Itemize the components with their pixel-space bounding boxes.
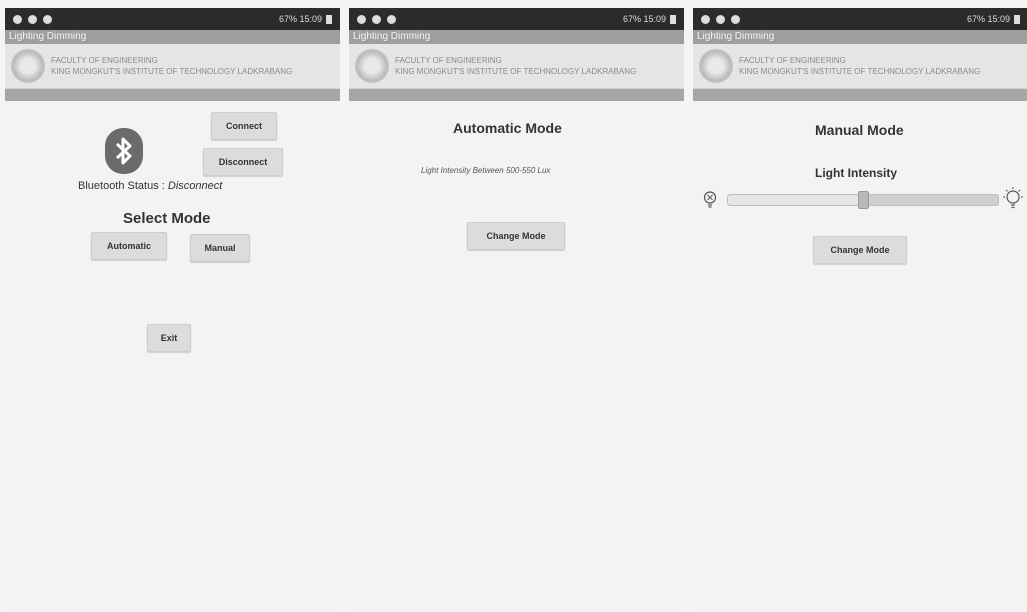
status-bar: 67% 15:09	[5, 8, 340, 30]
faculty-logo-icon	[355, 49, 389, 83]
light-intensity-slider[interactable]	[727, 191, 999, 209]
slider-thumb[interactable]	[858, 191, 869, 209]
slider-fill	[728, 195, 863, 205]
exit-button[interactable]: Exit	[147, 324, 191, 352]
battery-icon	[326, 14, 332, 24]
notification-icon	[372, 14, 381, 24]
app-title: Lighting Dimming	[693, 30, 1027, 44]
notification-icon	[28, 14, 37, 24]
faculty-logo-icon	[11, 49, 45, 83]
select-mode-title: Select Mode	[123, 210, 211, 227]
faculty-banner: FACULTY OF ENGINEERING KING MONGKUT'S IN…	[5, 44, 340, 89]
light-intensity-info: Light Intensity Between 500-550 Lux	[421, 166, 551, 175]
app-title: Lighting Dimming	[5, 30, 340, 44]
bluetooth-status-label: Bluetooth Status :	[78, 180, 165, 192]
banner-line-1: FACULTY OF ENGINEERING	[739, 56, 846, 65]
banner-line-2: KING MONGKUT'S INSTITUTE OF TECHNOLOGY L…	[51, 67, 293, 76]
divider-bar	[349, 89, 684, 101]
notification-icons	[701, 14, 740, 24]
notification-icons	[13, 14, 52, 24]
status-text: 67% 15:09	[622, 14, 666, 24]
manual-button[interactable]: Manual	[190, 234, 250, 262]
banner-line-1: FACULTY OF ENGINEERING	[395, 56, 502, 65]
disconnect-button[interactable]: Disconnect	[203, 148, 283, 176]
change-mode-button[interactable]: Change Mode	[813, 236, 907, 264]
bluetooth-icon	[105, 128, 143, 174]
faculty-banner: FACULTY OF ENGINEERING KING MONGKUT'S IN…	[693, 44, 1027, 89]
status-text: 67% 15:09	[278, 14, 322, 24]
bulb-on-icon	[1001, 186, 1025, 217]
status-bar: 67% 15:09	[349, 8, 684, 30]
banner-line-2: KING MONGKUT'S INSTITUTE OF TECHNOLOGY L…	[395, 67, 637, 76]
notification-icon	[387, 14, 396, 24]
status-text: 67% 15:09	[966, 14, 1010, 24]
screen-manual-mode: 67% 15:09 Lighting Dimming FACULTY OF EN…	[693, 8, 1027, 612]
divider-bar	[693, 89, 1027, 101]
app-title: Lighting Dimming	[349, 30, 684, 44]
notification-icon	[43, 14, 52, 24]
light-intensity-label: Light Intensity	[815, 166, 897, 180]
notification-icon	[13, 14, 22, 24]
automatic-mode-title: Automatic Mode	[453, 120, 562, 136]
change-mode-button[interactable]: Change Mode	[467, 222, 565, 250]
faculty-logo-icon	[699, 49, 733, 83]
notification-icons	[357, 14, 396, 24]
bulb-off-icon	[703, 191, 717, 214]
notification-icon	[731, 14, 740, 24]
bluetooth-status-value: Disconnect	[167, 180, 223, 192]
battery-icon	[670, 14, 676, 24]
notification-icon	[716, 14, 725, 24]
bluetooth-status: Bluetooth Status : Disconnect	[78, 180, 222, 192]
banner-line-1: FACULTY OF ENGINEERING	[51, 56, 158, 65]
divider-bar	[5, 89, 340, 101]
notification-icon	[357, 14, 366, 24]
notification-icon	[701, 14, 710, 24]
banner-line-2: KING MONGKUT'S INSTITUTE OF TECHNOLOGY L…	[739, 67, 981, 76]
battery-icon	[1014, 14, 1020, 24]
status-bar: 67% 15:09	[693, 8, 1027, 30]
faculty-banner: FACULTY OF ENGINEERING KING MONGKUT'S IN…	[349, 44, 684, 89]
connect-button[interactable]: Connect	[211, 112, 277, 140]
screen-select-mode: 67% 15:09 Lighting Dimming FACULTY OF EN…	[5, 8, 340, 612]
manual-mode-title: Manual Mode	[815, 122, 904, 138]
screen-automatic-mode: 67% 15:09 Lighting Dimming FACULTY OF EN…	[349, 8, 684, 612]
automatic-button[interactable]: Automatic	[91, 232, 167, 260]
